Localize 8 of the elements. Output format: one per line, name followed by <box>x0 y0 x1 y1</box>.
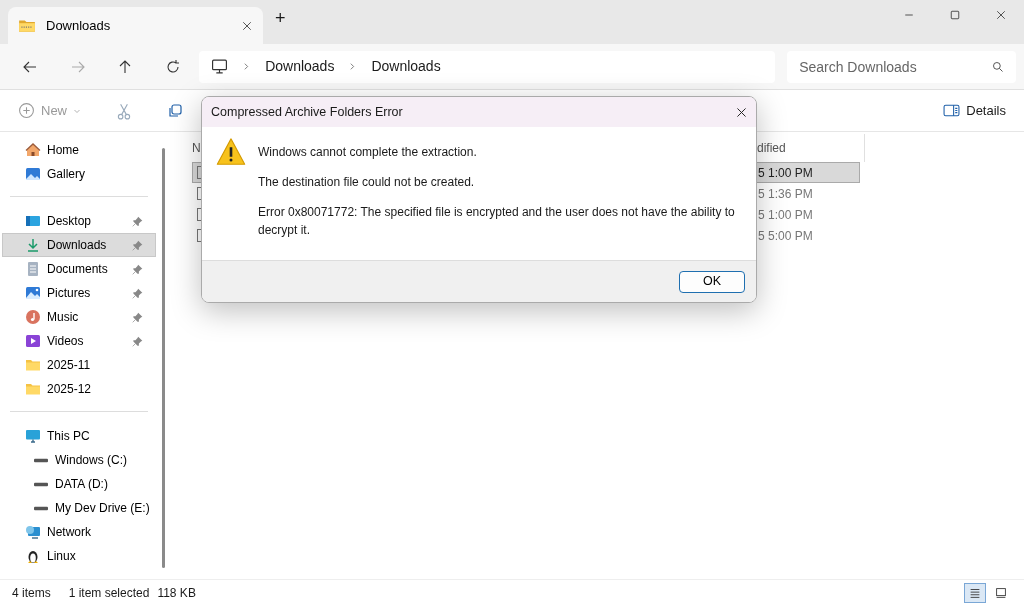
tab-title: Downloads <box>46 16 112 35</box>
status-text: 4 items <box>12 584 51 602</box>
dialog-message: Error 0x80071772: The specified file is encrypted and the user does not have the ability to decrypt it. <box>258 204 736 239</box>
dialog-message: Windows cannot complete the extraction. <box>258 144 478 161</box>
status-text: 118 KB <box>157 584 196 602</box>
dialog-title: Compressed Archive Folders Error <box>211 103 403 121</box>
status-text: 1 item selected <box>68 584 150 602</box>
dialog-message: The destination file could not be created. <box>258 174 476 191</box>
